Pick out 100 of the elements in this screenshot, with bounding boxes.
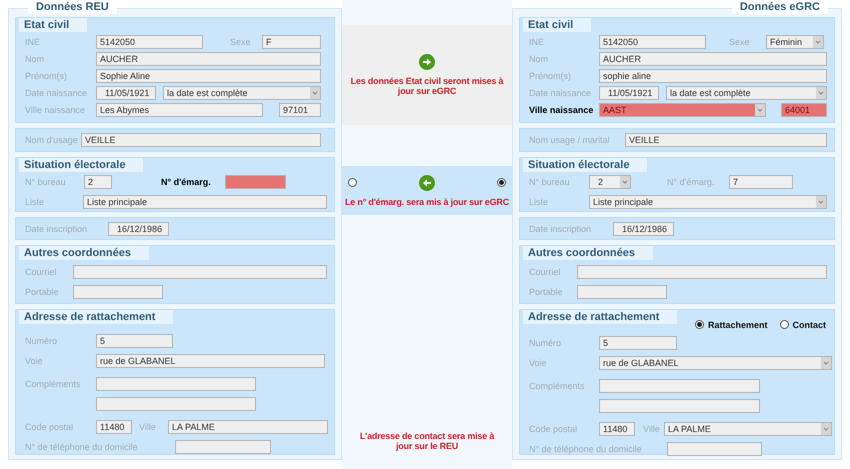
radio-button[interactable] xyxy=(694,320,704,330)
field-label: N° de téléphone du domicile xyxy=(529,444,643,454)
dropdown-field[interactable]: LA PALME xyxy=(664,422,832,436)
input-field[interactable]: 11480 xyxy=(599,422,635,436)
input-field[interactable]: 5 xyxy=(599,336,677,350)
field-label: Portable xyxy=(25,287,60,298)
input-field[interactable] xyxy=(73,285,163,300)
input-field[interactable]: rue de GLABANEL xyxy=(96,354,325,368)
dropdown-field[interactable]: Féminin xyxy=(766,35,824,49)
field-label: Courriel xyxy=(25,267,58,278)
input-field[interactable]: 11/05/1921 xyxy=(599,86,659,100)
field-label: Numéro xyxy=(529,338,562,348)
action-message: Le n° d'émarg. sera mis à jour sur eGRC xyxy=(344,196,510,206)
section-title: Adresse de rattachement xyxy=(523,310,678,324)
arrow-right-icon[interactable] xyxy=(419,54,435,70)
input-field[interactable] xyxy=(96,396,256,411)
input-field[interactable] xyxy=(577,265,827,280)
field-label: Code postal xyxy=(529,424,578,434)
field-label: Courriel xyxy=(529,267,562,278)
panel-title: Données eGRC xyxy=(732,0,828,14)
input-field[interactable]: 11480 xyxy=(96,420,132,434)
dropdown-field[interactable]: la date est complète xyxy=(666,86,827,100)
input-field[interactable]: Les Abymes xyxy=(96,103,263,117)
input-field[interactable]: 64001 xyxy=(781,103,827,117)
radio-button[interactable] xyxy=(497,178,506,187)
input-field[interactable]: 16/12/1986 xyxy=(613,222,674,236)
chevron-down-icon xyxy=(821,422,831,435)
dropdown-field[interactable]: Liste principale xyxy=(589,195,827,210)
action-message: Les données Etat civil seront mises à jour sur eGRC xyxy=(350,76,504,96)
action-message: L'adresse de contact sera mise à jour sur le REU xyxy=(358,431,496,451)
field-label: Voie xyxy=(25,356,44,366)
input-field[interactable]: Sophie Aline xyxy=(96,69,321,83)
input-field[interactable]: 97101 xyxy=(279,103,321,117)
input-field[interactable] xyxy=(96,376,256,391)
field-label: Numéro xyxy=(25,336,58,346)
input-field[interactable]: Liste principale xyxy=(83,195,327,210)
chevron-down-icon xyxy=(755,104,765,116)
dropdown-field[interactable]: la date est complète xyxy=(163,86,321,100)
input-field[interactable]: 5 xyxy=(96,334,173,348)
field-label: Nom usage / marital xyxy=(529,134,611,145)
field-label: Date naissance xyxy=(529,88,592,98)
input-field[interactable]: 11/05/1921 xyxy=(96,86,156,100)
field-label: N° d'émarg. xyxy=(667,177,716,188)
input-field[interactable]: 5142050 xyxy=(96,35,203,49)
input-field[interactable] xyxy=(599,398,760,413)
section-title: Situation électorale xyxy=(523,158,648,172)
input-field[interactable] xyxy=(225,175,286,190)
field-label: Nom xyxy=(529,54,550,64)
section-title: Etat civil xyxy=(19,18,88,32)
chevron-down-icon xyxy=(813,36,823,48)
dropdown-field[interactable]: 2 xyxy=(589,175,631,190)
radio-option[interactable]: Contact xyxy=(780,320,826,330)
dropdown-field[interactable]: AAST xyxy=(599,103,766,117)
section-title: Autres coordonnées xyxy=(19,246,149,260)
field-label: Sexe xyxy=(729,37,751,47)
field-label: N° bureau xyxy=(529,177,571,188)
field-label: Portable xyxy=(529,287,564,298)
field-label: Date inscription xyxy=(25,224,88,234)
field-label: Liste xyxy=(25,197,46,208)
chevron-down-icon xyxy=(821,356,831,369)
input-field[interactable]: 2 xyxy=(84,175,112,190)
field-label: Ville xyxy=(643,424,661,434)
chevron-down-icon xyxy=(310,87,320,99)
input-field[interactable]: VEILLE xyxy=(81,132,321,147)
input-field[interactable] xyxy=(599,378,760,393)
field-label: Ville naissance xyxy=(25,105,86,115)
radio-option[interactable]: Rattachement xyxy=(694,320,768,330)
field-label: Ville naissance xyxy=(529,105,594,115)
input-field[interactable]: 7 xyxy=(729,175,793,190)
field-label: Compléments xyxy=(25,378,82,389)
field-label: Ville xyxy=(139,422,157,432)
field-label: Voie xyxy=(529,358,548,368)
input-field[interactable]: F xyxy=(262,35,321,49)
dropdown-field[interactable]: rue de GLABANEL xyxy=(599,356,832,370)
field-label: N° de téléphone du domicile xyxy=(25,442,139,452)
input-field[interactable]: sophie aline xyxy=(599,69,827,83)
section-title: Autres coordonnées xyxy=(523,246,653,260)
input-field[interactable] xyxy=(577,285,667,300)
field-label: Compléments xyxy=(529,380,586,391)
arrow-left-icon[interactable] xyxy=(419,174,435,190)
field-label: INE xyxy=(25,37,42,47)
input-field[interactable] xyxy=(73,265,327,280)
chevron-down-icon xyxy=(816,87,826,99)
input-field[interactable] xyxy=(175,440,271,454)
input-field[interactable] xyxy=(667,442,762,456)
input-field[interactable]: VEILLE xyxy=(625,132,827,147)
input-field[interactable]: 16/12/1986 xyxy=(108,222,169,236)
field-label: Liste xyxy=(529,197,550,208)
field-label: Nom xyxy=(25,54,46,64)
field-label: Prénom(s) xyxy=(25,71,68,81)
panel-title: Données REU xyxy=(28,0,117,14)
field-label: Nom d'usage xyxy=(25,134,79,145)
input-field[interactable]: LA PALME xyxy=(168,420,328,434)
input-field[interactable]: AUCHER xyxy=(96,52,321,66)
radio-button[interactable] xyxy=(780,320,788,330)
radio-button[interactable] xyxy=(348,178,357,187)
field-label: N° d'émarg. xyxy=(161,177,212,188)
input-field[interactable]: 5142050 xyxy=(599,35,706,49)
input-field[interactable]: AUCHER xyxy=(599,52,827,66)
chevron-down-icon xyxy=(816,196,826,208)
